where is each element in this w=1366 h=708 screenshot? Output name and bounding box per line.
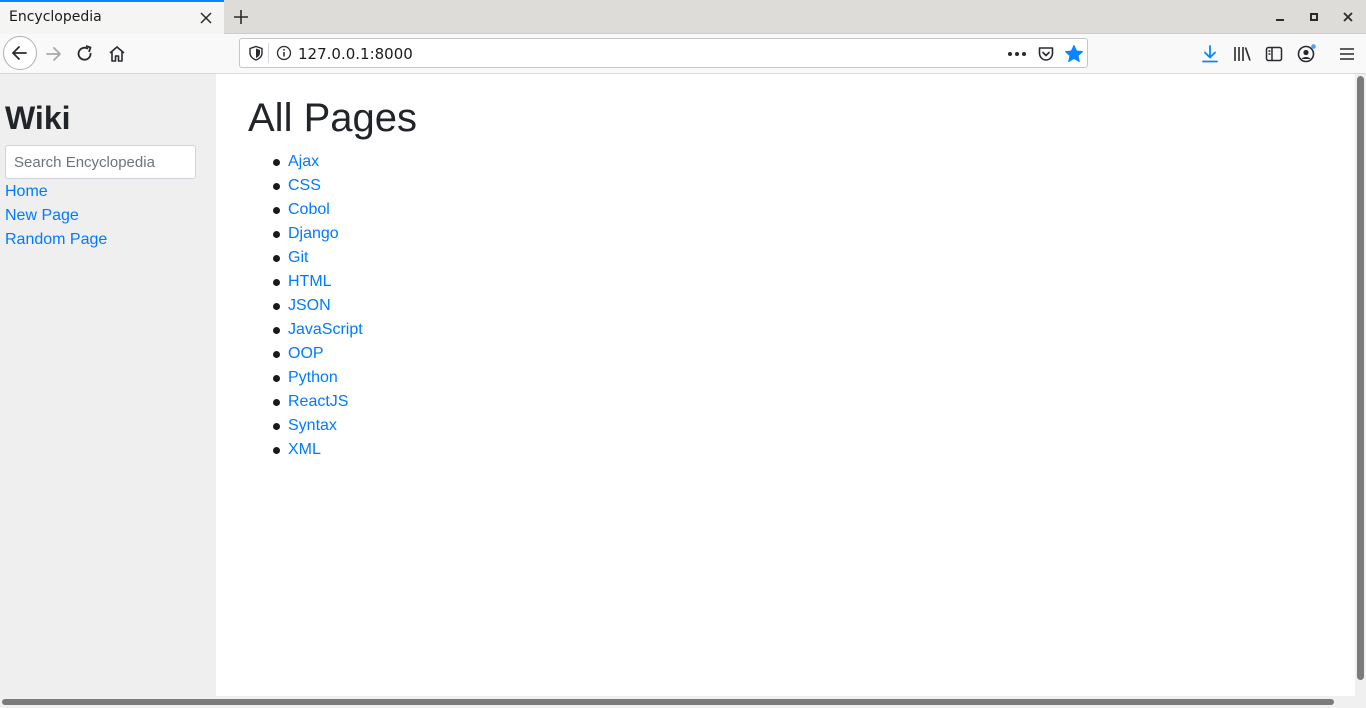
back-icon [12,46,27,60]
page-link[interactable]: Git [288,249,308,266]
list-item: CSS [248,174,363,198]
back-button[interactable] [3,36,37,70]
info-icon[interactable] [276,45,292,61]
list-item: Syntax [248,414,363,438]
vertical-scrollbar-thumb[interactable] [1357,76,1364,680]
more-icon[interactable] [1006,46,1028,62]
page-link[interactable]: CSS [288,177,321,194]
page-link[interactable]: Cobol [288,201,330,218]
plus-icon[interactable] [232,8,250,26]
page-link[interactable]: ReactJS [288,393,348,410]
horizontal-scrollbar[interactable] [0,696,1366,708]
page-link[interactable]: Python [288,369,338,386]
site-brand: Wiki [5,100,71,136]
url-text[interactable]: 127.0.0.1:8000 [298,45,413,63]
page-link[interactable]: Ajax [288,153,319,170]
tab-strip: Encyclopedia [0,0,1366,34]
list-item: Django [248,222,363,246]
list-item: JSON [248,294,363,318]
address-bar[interactable]: 127.0.0.1:8000 [239,38,1088,68]
page-link[interactable]: Syntax [288,417,337,434]
sidebar: Wiki Home New Page Random Page [0,74,216,696]
list-item: HTML [248,270,363,294]
shield-icon[interactable] [248,45,264,61]
page-list: Ajax CSS Cobol Django Git HTML JSON Java… [248,150,363,462]
download-icon[interactable] [1200,44,1220,64]
search-input[interactable] [5,145,196,179]
list-item: Python [248,366,363,390]
close-icon[interactable] [198,10,214,26]
forward-icon[interactable] [43,44,63,64]
list-item: Ajax [248,150,363,174]
page-link[interactable]: Django [288,225,339,242]
window-close-icon[interactable] [1340,9,1356,25]
sidebar-link-new-page[interactable]: New Page [5,207,79,225]
list-item: JavaScript [248,318,363,342]
page-link[interactable]: XML [288,441,321,458]
reload-icon[interactable] [75,44,95,64]
horizontal-scrollbar-thumb[interactable] [2,699,1334,705]
page-link[interactable]: JavaScript [288,321,363,338]
star-icon[interactable] [1064,44,1084,64]
page-link[interactable]: OOP [288,345,324,362]
tab-encyclopedia[interactable]: Encyclopedia [0,0,224,34]
menu-icon[interactable] [1337,44,1357,64]
list-item: Cobol [248,198,363,222]
pocket-icon[interactable] [1037,45,1055,63]
url-divider [268,43,269,63]
sidebar-icon[interactable] [1264,44,1284,64]
list-item: XML [248,438,363,462]
page-link[interactable]: JSON [288,297,331,314]
sidebar-link-home[interactable]: Home [5,183,48,201]
page-title: All Pages [248,96,417,140]
account-icon[interactable] [1296,44,1316,64]
page-link[interactable]: HTML [288,273,332,290]
navigation-toolbar: 127.0.0.1:8000 [0,34,1366,74]
list-item: ReactJS [248,390,363,414]
tab-title: Encyclopedia [9,9,102,25]
home-icon[interactable] [107,44,127,64]
vertical-scrollbar[interactable] [1355,74,1366,696]
list-item: Git [248,246,363,270]
library-icon[interactable] [1232,44,1252,64]
sidebar-link-random-page[interactable]: Random Page [5,231,107,249]
minimize-icon[interactable] [1272,9,1288,25]
list-item: OOP [248,342,363,366]
page-viewport: Wiki Home New Page Random Page All Pages… [0,74,1355,696]
maximize-icon[interactable] [1306,9,1322,25]
